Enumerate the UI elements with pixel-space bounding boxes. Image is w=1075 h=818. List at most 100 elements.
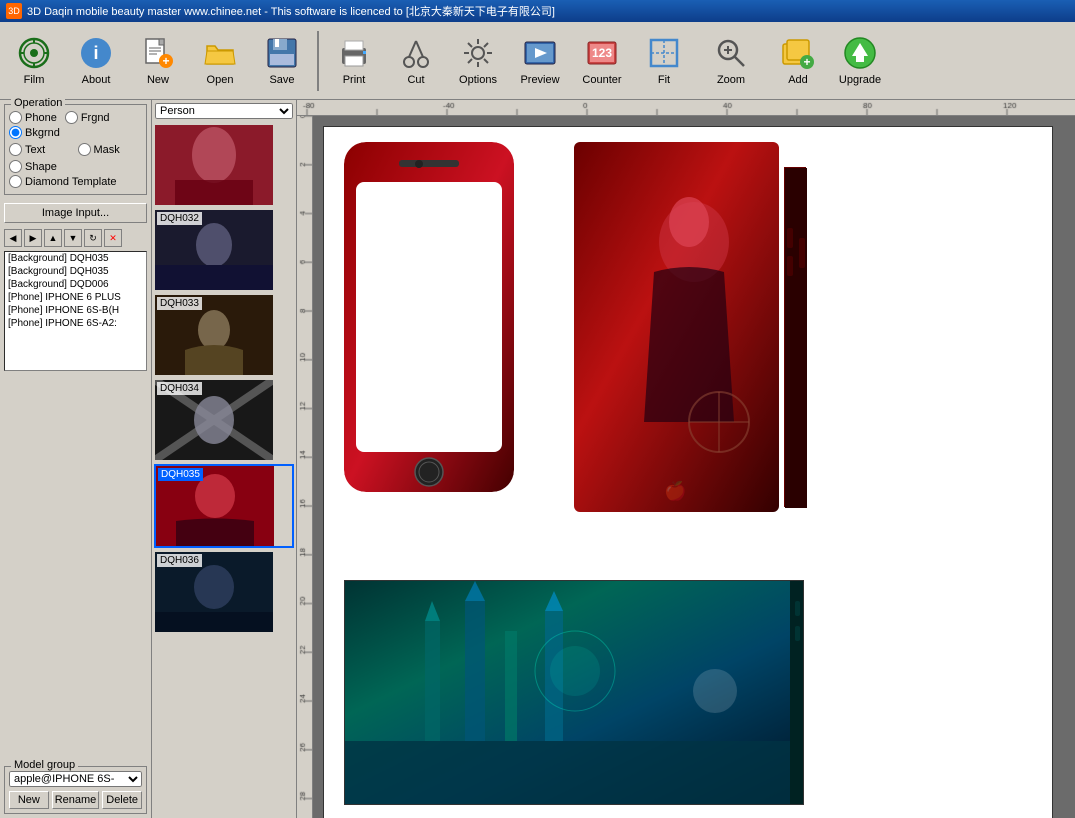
layer-item[interactable]: [Background] DQH035 <box>5 252 146 265</box>
separator-1 <box>317 31 319 91</box>
add-label: Add <box>788 74 808 86</box>
left-panel: Operation Phone Frgnd Bkgrnd Text Mask <box>0 100 152 818</box>
open-button[interactable]: Open <box>191 27 249 95</box>
print-label: Print <box>343 74 366 86</box>
model-select[interactable]: apple@IPHONE 6S- <box>9 771 142 787</box>
radio-bkgrnd-label: Bkgrnd <box>25 127 60 139</box>
open-label: Open <box>207 74 234 86</box>
radio-shape-row: Shape <box>9 160 142 173</box>
radio-text-row: Text <box>9 143 74 156</box>
new-model-button[interactable]: New <box>9 791 49 809</box>
layer-item[interactable]: [Phone] IPHONE 6S-A2: <box>5 317 146 330</box>
radio-diamond-label: Diamond Template <box>25 176 117 188</box>
canvas-viewport[interactable]: 🍎 <box>313 116 1075 818</box>
about-label: About <box>82 74 111 86</box>
move-down-button[interactable]: ▼ <box>64 229 82 247</box>
thumbnail-item[interactable]: DQH034 <box>154 379 294 461</box>
open-icon <box>202 35 238 71</box>
thumbnails-container[interactable]: DQH031 DQH032 DQH033 DQH03 <box>152 122 296 818</box>
radio-diamond-row: Diamond Template <box>9 175 142 188</box>
fit-button[interactable]: Fit <box>635 27 693 95</box>
radio-shape[interactable] <box>9 160 22 173</box>
top-ruler <box>297 100 1075 116</box>
spacer <box>0 373 151 762</box>
title-text: 3D Daqin mobile beauty master www.chinee… <box>27 3 555 19</box>
radio-mask[interactable] <box>78 143 91 156</box>
preview-icon <box>522 35 558 71</box>
film-button[interactable]: Film <box>5 27 63 95</box>
move-up-button[interactable]: ▲ <box>44 229 62 247</box>
svg-text:+: + <box>162 54 169 68</box>
counter-label: Counter <box>582 74 621 86</box>
toolbar: Film i About + New Open Save Print <box>0 22 1075 100</box>
new-label: New <box>147 74 169 86</box>
thumbnail-item[interactable]: DQH031 <box>154 124 294 206</box>
fit-label: Fit <box>658 74 670 86</box>
radio-shape-label: Shape <box>25 161 57 173</box>
cut-button[interactable]: Cut <box>387 27 445 95</box>
layer-item[interactable]: [Background] DQD006 <box>5 278 146 291</box>
left-ruler-canvas <box>297 116 313 818</box>
phone-front-skin <box>344 142 514 492</box>
layer-item[interactable]: [Background] DQH035 <box>5 265 146 278</box>
move-right-button[interactable]: ▶ <box>24 229 42 247</box>
radio-bkgrnd-row: Bkgrnd <box>9 126 142 139</box>
options-button[interactable]: Options <box>449 27 507 95</box>
model-group-label: Model group <box>11 759 78 771</box>
left-ruler <box>297 116 313 818</box>
counter-button[interactable]: 123 Counter <box>573 27 631 95</box>
radio-frgnd-label: Frgnd <box>81 112 110 124</box>
layer-item[interactable]: [Phone] IPHONE 6S-B(H <box>5 304 146 317</box>
middle-panel: Person Animal Nature Abstract DQH031 DQH… <box>152 100 297 818</box>
category-select[interactable]: Person Animal Nature Abstract <box>155 103 293 119</box>
add-icon: + <box>780 35 816 71</box>
radio-text[interactable] <box>9 143 22 156</box>
about-button[interactable]: i About <box>67 27 125 95</box>
delete-button[interactable]: ✕ <box>104 229 122 247</box>
save-button[interactable]: Save <box>253 27 311 95</box>
print-icon <box>336 35 372 71</box>
radio-bkgrnd[interactable] <box>9 126 22 139</box>
image-input-button[interactable]: Image Input... <box>4 203 147 223</box>
rename-model-button[interactable]: Rename <box>52 791 100 809</box>
zoom-icon <box>713 35 749 71</box>
layer-item[interactable]: [Phone] IPHONE 6 PLUS <box>5 291 146 304</box>
phone-side-strip <box>784 167 806 507</box>
add-button[interactable]: + Add <box>769 27 827 95</box>
svg-text:i: i <box>93 43 98 63</box>
options-label: Options <box>459 74 497 86</box>
radio-phone[interactable] <box>9 111 22 124</box>
zoom-button[interactable]: Zoom <box>697 27 765 95</box>
counter-icon: 123 <box>584 35 620 71</box>
upgrade-button[interactable]: Upgrade <box>831 27 889 95</box>
upgrade-label: Upgrade <box>839 74 881 86</box>
new-button[interactable]: + New <box>129 27 187 95</box>
radio-mask-label: Mask <box>94 144 120 156</box>
radio-phone-label: Phone <box>25 112 57 124</box>
print-button[interactable]: Print <box>325 27 383 95</box>
preview-button[interactable]: Preview <box>511 27 569 95</box>
film-icon <box>16 35 52 71</box>
move-left-button[interactable]: ◀ <box>4 229 22 247</box>
thumb-label: DQH035 <box>158 468 203 481</box>
model-group: Model group apple@IPHONE 6S- New Rename … <box>4 766 147 814</box>
radio-text-label: Text <box>25 144 45 156</box>
thumbnail-item[interactable]: DQH035 <box>154 464 294 548</box>
operation-label: Operation <box>11 97 65 109</box>
app-icon: 3D <box>6 3 22 19</box>
canvas-inner: 🍎 <box>323 126 1053 818</box>
phone-back-skin: 🍎 <box>574 142 779 512</box>
rotate-button[interactable]: ↻ <box>84 229 102 247</box>
preview-label: Preview <box>520 74 559 86</box>
radio-frgnd[interactable] <box>65 111 78 124</box>
thumbnail-item[interactable]: DQH036 <box>154 551 294 633</box>
radio-diamond[interactable] <box>9 175 22 188</box>
thumbnail-item[interactable]: DQH032 <box>154 209 294 291</box>
radio-phone-row: Phone Frgnd <box>9 111 142 124</box>
svg-text:123: 123 <box>592 46 612 60</box>
layers-list[interactable]: [Background] DQH035[Background] DQH035[B… <box>4 251 147 371</box>
film-label: Film <box>24 74 45 86</box>
fit-icon <box>646 35 682 71</box>
thumbnail-item[interactable]: DQH033 <box>154 294 294 376</box>
delete-model-button[interactable]: Delete <box>102 791 142 809</box>
